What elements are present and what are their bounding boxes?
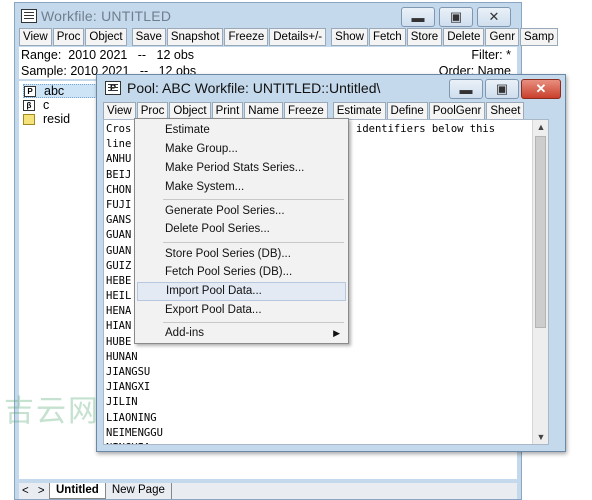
maximize-button[interactable]: ▣	[439, 7, 473, 27]
pool-maximize-button[interactable]: ▣	[485, 79, 519, 99]
wf-view-button[interactable]: View	[19, 28, 52, 46]
coefficient-vector-icon: β	[23, 99, 35, 111]
workfile-window-icon	[21, 9, 37, 23]
menu-separator	[163, 199, 344, 200]
menu-item-add-ins[interactable]: Add-ins ▶	[137, 324, 346, 343]
wf-snapshot-button[interactable]: Snapshot	[166, 28, 224, 46]
pool-window-icon: P	[105, 81, 121, 95]
wf-genr-button[interactable]: Genr	[485, 28, 520, 46]
workfile-toolbar: View Proc Object Save Snapshot Freeze De…	[19, 28, 559, 46]
wf-show-button[interactable]: Show	[331, 28, 368, 46]
series-icon	[23, 113, 35, 125]
wf-save-button[interactable]: Save	[131, 28, 166, 46]
close-icon: ✕	[488, 9, 500, 24]
wf-freeze-button[interactable]: Freeze	[224, 28, 269, 46]
pool-text-line: JIANGSU	[106, 366, 151, 378]
proc-menu: Estimate Make Group... Make Period Stats…	[134, 118, 349, 344]
pool-poolgenr-button[interactable]: PoolGenr	[428, 102, 486, 120]
pool-close-button[interactable]: ✕	[521, 79, 561, 99]
wf-samp-button[interactable]: Samp	[520, 28, 559, 46]
watermark-logo: 吉云网	[4, 394, 100, 429]
pool-text-line: NINGXIA	[106, 441, 163, 444]
pool-text-line: JIANGXI	[106, 381, 151, 394]
menu-item-generate-pool-series[interactable]: Generate Pool Series...	[137, 202, 346, 221]
scroll-thumb[interactable]	[535, 136, 546, 328]
pool-text-line: HUNAN	[106, 350, 138, 363]
menu-separator	[163, 242, 344, 243]
wf-details-button[interactable]: Details+/-	[269, 28, 327, 46]
object-name: c	[43, 98, 50, 112]
menu-item-export-pool-data[interactable]: Export Pool Data...	[137, 301, 346, 320]
pool-minimize-button[interactable]: ▬	[449, 79, 483, 99]
pool-view-button[interactable]: View	[103, 102, 136, 120]
menu-separator	[163, 322, 344, 323]
workfile-titlebar[interactable]: Workfile: UNTITLED ▬ ▣ ✕	[15, 3, 521, 29]
menu-item-estimate[interactable]: Estimate	[137, 121, 346, 140]
menu-item-delete-pool-series[interactable]: Delete Pool Series...	[137, 220, 346, 239]
scroll-up-icon[interactable]: ▲	[533, 120, 548, 134]
pool-sheet-button[interactable]: Sheet	[486, 102, 525, 120]
prompt-text: identifiers below this	[356, 123, 496, 135]
object-item-resid[interactable]: resid	[23, 112, 70, 126]
minimize-button[interactable]: ▬	[401, 7, 435, 27]
wf-delete-button[interactable]: Delete	[443, 28, 485, 46]
maximize-icon: ▣	[495, 81, 509, 96]
pool-text-line: NEIMENGGU	[106, 426, 163, 439]
menu-item-make-period-stats[interactable]: Make Period Stats Series...	[137, 159, 346, 178]
wf-proc-button[interactable]: Proc	[52, 28, 85, 46]
object-item-c[interactable]: β c	[23, 98, 49, 112]
wf-object-button[interactable]: Object	[85, 28, 127, 46]
object-name: abc	[44, 84, 65, 98]
close-icon: ✕	[535, 81, 547, 96]
menu-item-fetch-pool-series[interactable]: Fetch Pool Series (DB)...	[137, 263, 346, 282]
tab-untitled[interactable]: Untitled	[49, 483, 106, 499]
workfile-title: Workfile: UNTITLED	[41, 8, 172, 24]
menu-item-make-system[interactable]: Make System...	[137, 178, 346, 197]
wf-fetch-button[interactable]: Fetch	[368, 28, 406, 46]
page-tab-bar: < > Untitled New Page	[19, 483, 517, 499]
minimize-icon: ▬	[459, 81, 473, 97]
pool-text-line: JILIN	[106, 396, 138, 409]
tab-scroll-arrows[interactable]: < >	[19, 485, 49, 497]
filter-label: Filter: *	[471, 48, 511, 62]
menu-item-label: Add-ins	[165, 327, 204, 339]
pool-object-icon: P	[24, 85, 36, 97]
pool-text-line: LIAONING	[106, 411, 157, 424]
wf-store-button[interactable]: Store	[406, 28, 443, 46]
minimize-icon: ▬	[411, 9, 425, 25]
close-button[interactable]: ✕	[477, 7, 511, 27]
submenu-arrow-icon: ▶	[333, 328, 340, 338]
pool-title: Pool: ABC Workfile: UNTITLED::Untitled\	[127, 80, 381, 96]
menu-item-make-group[interactable]: Make Group...	[137, 140, 346, 159]
menu-item-import-pool-data[interactable]: Import Pool Data...	[137, 282, 346, 301]
tab-new-page[interactable]: New Page	[106, 483, 172, 499]
vertical-scrollbar[interactable]: ▲ ▼	[532, 120, 548, 444]
maximize-icon: ▣	[449, 9, 463, 24]
pool-define-button[interactable]: Define	[386, 102, 428, 120]
menu-item-store-pool-series[interactable]: Store Pool Series (DB)...	[137, 245, 346, 264]
pool-titlebar[interactable]: P Pool: ABC Workfile: UNTITLED::Untitled…	[97, 75, 565, 101]
object-name: resid	[43, 112, 71, 126]
scroll-down-icon[interactable]: ▼	[533, 430, 548, 444]
range-line[interactable]: Range: 2010 2021 -- 12 obs	[21, 48, 194, 62]
